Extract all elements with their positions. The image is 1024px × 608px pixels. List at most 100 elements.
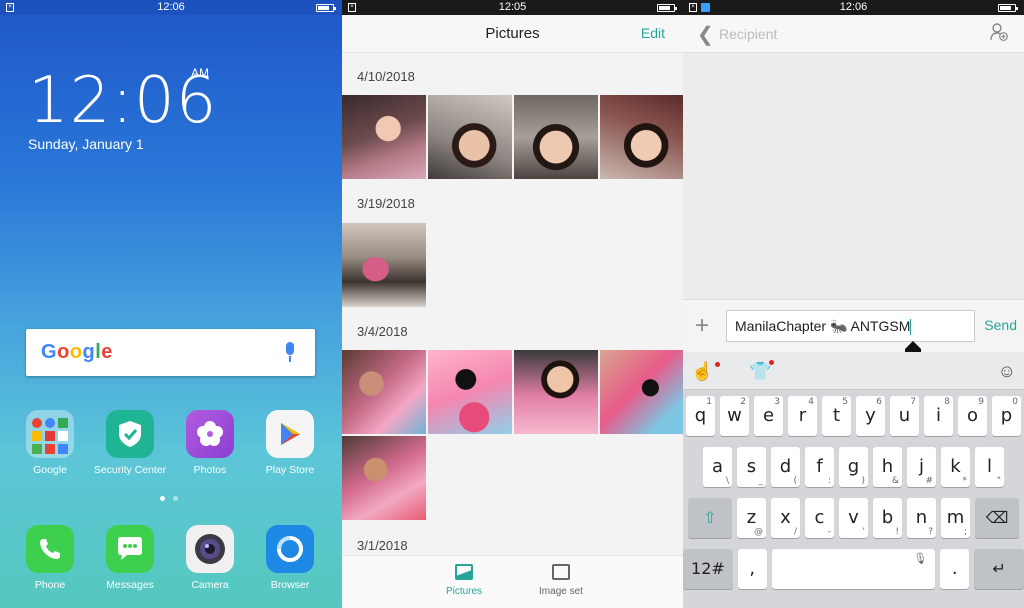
key-v[interactable]: v '	[839, 498, 868, 538]
app-photos[interactable]: Photos	[170, 410, 250, 476]
photo-thumbnail[interactable]	[428, 95, 512, 179]
key-alt-label: 8	[944, 397, 950, 407]
battery-icon	[316, 4, 336, 12]
key-t[interactable]: t5	[822, 396, 851, 436]
emoji-icon[interactable]: ☺	[998, 361, 1016, 382]
key-h[interactable]: h &	[873, 447, 902, 487]
key-label: e	[762, 405, 775, 426]
key-label: r	[798, 405, 807, 426]
key-z[interactable]: z @	[737, 498, 766, 538]
photo-thumbnail[interactable]	[514, 95, 598, 179]
comma-key[interactable]: ,	[737, 549, 767, 589]
key-alt-label: @	[754, 527, 763, 537]
app-camera[interactable]: Camera	[170, 525, 250, 591]
mic-icon[interactable]	[285, 342, 295, 362]
app-label: Google	[33, 464, 67, 476]
photo-thumbnail[interactable]	[428, 350, 512, 434]
image-icon	[455, 564, 473, 580]
numbers-key[interactable]: 12#	[683, 549, 733, 589]
key-q[interactable]: q1	[686, 396, 715, 436]
photo-thumbnail[interactable]	[342, 95, 426, 179]
photo-thumbnail[interactable]	[600, 95, 683, 179]
keyboard-toolbar: ☝ 👕 ☺	[683, 352, 1024, 390]
theme-shirt-icon[interactable]: 👕	[749, 361, 771, 382]
photo-thumbnail[interactable]	[342, 223, 426, 307]
key-x[interactable]: x /	[771, 498, 800, 538]
photo-thumbnail[interactable]	[514, 350, 598, 434]
app-security-center[interactable]: Security Center	[90, 410, 170, 476]
touch-icon[interactable]: ☝	[691, 361, 713, 382]
key-o[interactable]: o9	[958, 396, 987, 436]
key-row-1: q1w2e3r4t5y6u7i8o9p0	[683, 396, 1024, 436]
compose-screen: × 12:06 ❮ Recipient + ManilaChapter 🐜 AN…	[683, 0, 1024, 608]
key-k[interactable]: k *	[941, 447, 970, 487]
key-alt-label: -	[827, 527, 831, 537]
app-google[interactable]: Google	[10, 410, 90, 476]
key-w[interactable]: w2	[720, 396, 749, 436]
tab-pictures[interactable]: Pictures	[424, 564, 504, 597]
key-alt-label: 2	[740, 397, 746, 407]
tab-image-set[interactable]: Image set	[521, 564, 601, 597]
app-messages[interactable]: Messages	[90, 525, 170, 591]
key-u[interactable]: u7	[890, 396, 919, 436]
date-header: 3/4/2018	[357, 324, 408, 339]
app-play-store[interactable]: Play Store	[250, 410, 330, 476]
status-bar: × 12:06	[683, 0, 1024, 15]
recipient-field[interactable]: Recipient	[719, 26, 777, 42]
notification-icon	[701, 3, 710, 12]
google-logo: Google	[41, 341, 113, 363]
app-label: Camera	[191, 579, 229, 591]
key-p[interactable]: p0	[992, 396, 1021, 436]
google-search-bar[interactable]: Google	[26, 329, 315, 376]
key-c[interactable]: c-	[805, 498, 834, 538]
app-label: Play Store	[265, 464, 315, 476]
add-contact-icon[interactable]	[990, 23, 1008, 41]
sim-icon: ×	[348, 3, 356, 12]
send-button[interactable]: Send	[984, 317, 1017, 333]
back-chevron-icon[interactable]: ❮	[697, 22, 714, 47]
key-r[interactable]: r4	[788, 396, 817, 436]
key-alt-label: \	[725, 476, 729, 486]
key-f[interactable]: f:	[805, 447, 834, 487]
app-browser[interactable]: Browser	[250, 525, 330, 591]
enter-key[interactable]: ↵	[974, 549, 1024, 589]
key-b[interactable]: b!	[873, 498, 902, 538]
add-attachment-icon[interactable]: +	[695, 312, 709, 340]
key-label: u	[898, 405, 911, 426]
key-alt-label: 0	[1012, 397, 1018, 407]
period-key[interactable]: .	[940, 549, 970, 589]
photo-thumbnail[interactable]	[342, 436, 426, 520]
photo-row	[342, 350, 683, 434]
photo-thumbnail[interactable]	[342, 350, 426, 434]
key-g[interactable]: g)	[839, 447, 868, 487]
key-e[interactable]: e3	[754, 396, 783, 436]
backspace-key[interactable]: ⌫	[975, 498, 1019, 538]
shift-key[interactable]: ⇧	[688, 498, 732, 538]
space-key[interactable]: 🎙	[771, 549, 936, 589]
message-input[interactable]: ManilaChapter 🐜 ANTGSM	[726, 310, 975, 342]
status-bar: × 12:05	[342, 0, 683, 15]
app-label: Messages	[106, 579, 154, 591]
photo-row	[342, 436, 426, 520]
key-n[interactable]: n?	[907, 498, 936, 538]
edit-button[interactable]: Edit	[641, 25, 665, 41]
key-l[interactable]: l "	[975, 447, 1004, 487]
key-alt-label: '	[862, 527, 865, 537]
key-label: a	[711, 456, 724, 477]
key-j[interactable]: j #	[907, 447, 936, 487]
sim-icon: ×	[689, 3, 697, 12]
app-phone[interactable]: Phone	[10, 525, 90, 591]
key-label: o	[966, 405, 978, 426]
key-a[interactable]: a \	[703, 447, 732, 487]
app-label: Phone	[34, 579, 66, 591]
key-m[interactable]: m;	[941, 498, 970, 538]
key-label: m	[946, 507, 965, 528]
key-alt-label: ?	[928, 527, 933, 537]
key-i[interactable]: i8	[924, 396, 953, 436]
key-alt-label: /	[793, 527, 797, 537]
key-y[interactable]: y6	[856, 396, 885, 436]
key-s[interactable]: s _	[737, 447, 766, 487]
home-screen: × 12:06 12:06 AM Sunday, January 1 Googl…	[0, 0, 342, 608]
photo-thumbnail[interactable]	[600, 350, 683, 434]
key-d[interactable]: d(	[771, 447, 800, 487]
